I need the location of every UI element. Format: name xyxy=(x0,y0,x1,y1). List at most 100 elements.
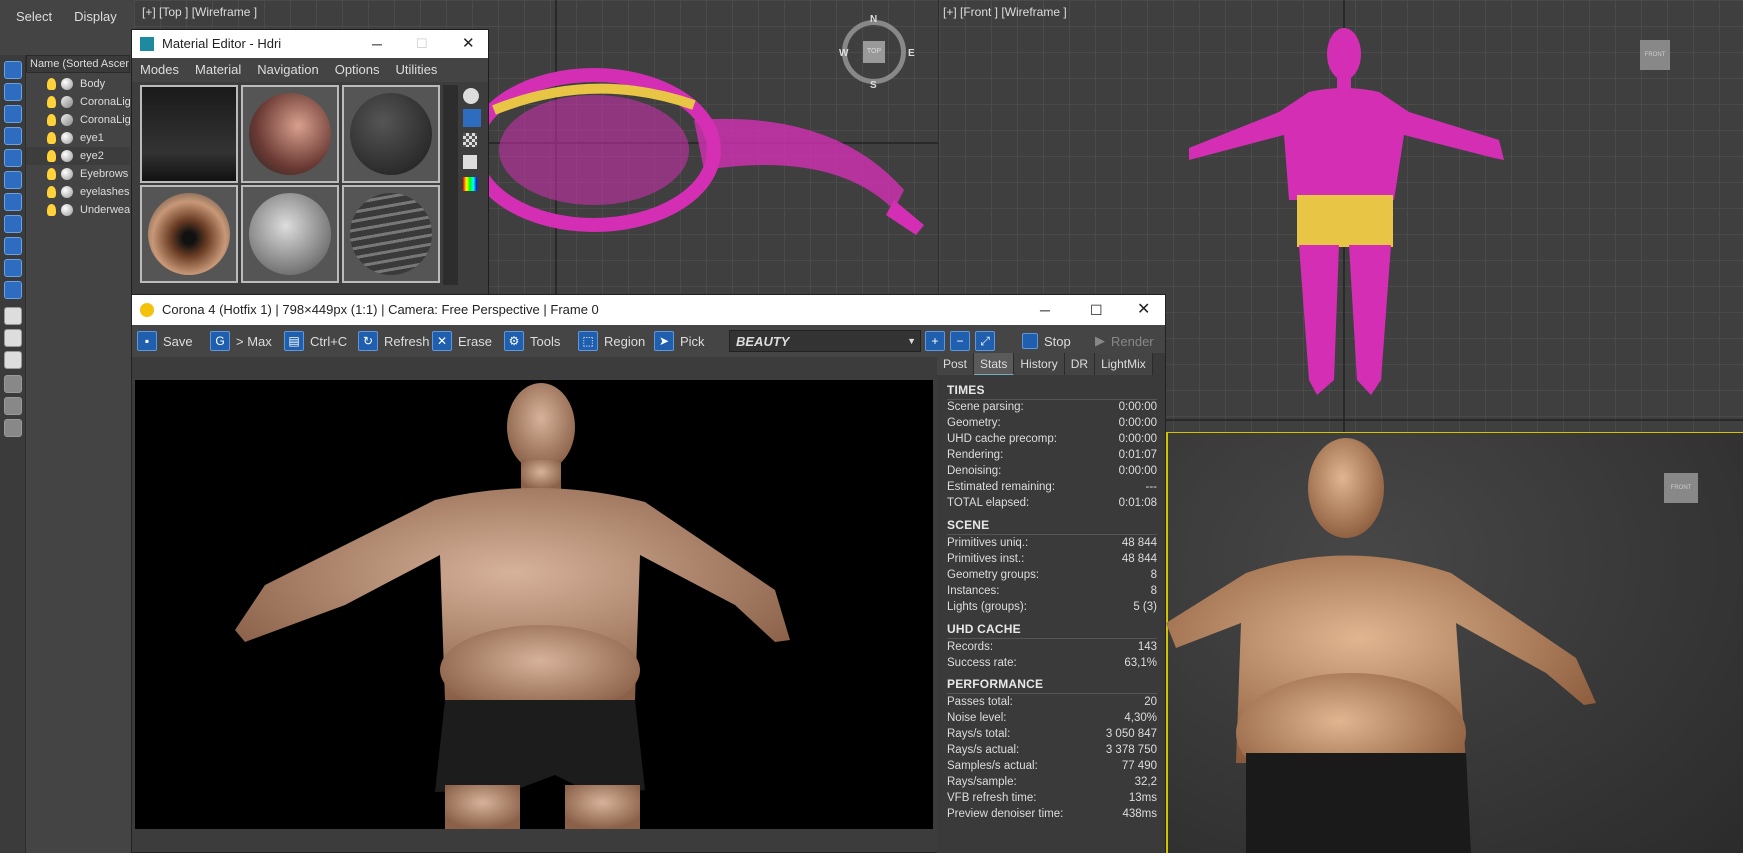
menu-material[interactable]: Material xyxy=(195,58,241,82)
light-bulb-icon[interactable] xyxy=(47,204,56,216)
erase-button[interactable]: ✕ Erase xyxy=(432,330,492,352)
display-bones-icon[interactable] xyxy=(4,237,22,255)
zoom-in-button[interactable]: + xyxy=(925,330,945,352)
explorer-item[interactable]: eyelashes xyxy=(26,183,130,201)
light-bulb-icon[interactable] xyxy=(47,186,56,198)
erase-label: Erase xyxy=(458,333,492,349)
display-xrefs-icon[interactable] xyxy=(4,215,22,233)
viewcube-top[interactable]: TOP xyxy=(863,41,885,63)
menu-navigation[interactable]: Navigation xyxy=(257,58,318,82)
minimize-icon[interactable]: ─ xyxy=(1040,295,1050,325)
material-slot-black[interactable] xyxy=(342,85,440,183)
explorer-item[interactable]: eye2 xyxy=(26,147,130,165)
vfb-title-bar[interactable]: Corona 4 (Hotfix 1) | 798×449px (1:1) | … xyxy=(132,295,1165,325)
menu-display[interactable]: Display xyxy=(74,9,117,24)
explorer-item[interactable]: CoronaLight001 xyxy=(26,93,130,111)
material-editor-sidebar xyxy=(463,85,485,295)
maximize-icon[interactable]: ☐ xyxy=(1090,295,1103,325)
viewcube-perspective[interactable]: FRONT xyxy=(1664,473,1698,503)
maximize-icon[interactable]: ☐ xyxy=(416,30,428,58)
light-bulb-icon[interactable] xyxy=(47,168,56,180)
material-slot-skin[interactable] xyxy=(241,85,339,183)
display-lights-icon[interactable] xyxy=(4,105,22,123)
zoom-out-button[interactable]: − xyxy=(950,330,970,352)
material-editor-window: Material Editor - Hdri ─ ☐ ✕ Modes Mater… xyxy=(131,29,489,297)
stats-divider xyxy=(947,399,1157,400)
refresh-button[interactable]: ↻ Refresh xyxy=(358,330,430,352)
menu-utilities[interactable]: Utilities xyxy=(396,58,438,82)
filter-icon[interactable] xyxy=(4,375,22,393)
stop-button[interactable]: Stop xyxy=(1022,330,1071,352)
material-editor-title-text: Material Editor - Hdri xyxy=(162,36,282,51)
stats-value: 5 (3) xyxy=(1133,601,1157,613)
tools-icon: ⚙ xyxy=(504,331,524,351)
viewport-perspective[interactable]: FRONT xyxy=(1166,432,1743,853)
light-bulb-icon[interactable] xyxy=(47,150,56,162)
light-bulb-icon[interactable] xyxy=(47,114,56,126)
display-none-list-icon[interactable] xyxy=(4,329,22,347)
render-button[interactable]: ▶ Render xyxy=(1095,330,1154,352)
invert-display-icon[interactable] xyxy=(4,351,22,369)
display-containers-icon[interactable] xyxy=(4,259,22,277)
explorer-item[interactable]: Underwear xyxy=(26,201,130,219)
stats-heading-scene: SCENE xyxy=(947,518,990,532)
channel-dropdown[interactable]: BEAUTY ▼ xyxy=(729,330,921,352)
background-icon[interactable] xyxy=(463,133,477,147)
save-button[interactable]: ▪ Save xyxy=(137,330,193,352)
viewcube-front[interactable]: FRONT xyxy=(1640,40,1670,70)
sample-uv-icon[interactable] xyxy=(463,155,477,169)
copy-button[interactable]: ▤ Ctrl+C xyxy=(284,330,347,352)
close-icon[interactable]: ✕ xyxy=(1137,295,1150,325)
options-icon[interactable] xyxy=(4,397,22,415)
display-helpers-icon[interactable] xyxy=(4,149,22,167)
stats-label: Rendering: xyxy=(947,449,1004,461)
display-cameras-icon[interactable] xyxy=(4,127,22,145)
display-geometry-icon[interactable] xyxy=(4,83,22,101)
stats-row: Noise level: 4,30% xyxy=(947,712,1157,728)
explorer-item[interactable]: CoronaLight002 xyxy=(26,111,130,129)
material-editor-title[interactable]: Material Editor - Hdri ─ ☐ ✕ xyxy=(132,30,488,58)
close-icon[interactable]: ✕ xyxy=(462,30,475,58)
tab-dr[interactable]: DR xyxy=(1064,353,1096,375)
sample-type-icon[interactable] xyxy=(463,88,479,104)
tools-button[interactable]: ⚙ Tools xyxy=(504,330,560,352)
zoom-fit-button[interactable]: ⤢ xyxy=(975,330,995,352)
video-color-check-icon[interactable] xyxy=(463,177,477,191)
display-frozen-icon[interactable] xyxy=(4,281,22,299)
explorer-item[interactable]: eye1 xyxy=(26,129,130,147)
region-button[interactable]: ⬚ Region xyxy=(578,330,645,352)
tab-post[interactable]: Post xyxy=(937,353,975,375)
tab-stats[interactable]: Stats xyxy=(974,353,1015,375)
menu-options[interactable]: Options xyxy=(335,58,380,82)
layer-icon[interactable] xyxy=(4,419,22,437)
stats-value: --- xyxy=(1145,481,1158,493)
slot-scrollbar[interactable] xyxy=(443,85,458,285)
explorer-column-header[interactable]: Name (Sorted Ascending) xyxy=(26,55,130,73)
stats-row: Rays/s total: 3 050 847 xyxy=(947,728,1157,744)
material-slot-glass[interactable] xyxy=(241,185,339,283)
tab-lightmix[interactable]: LightMix xyxy=(1095,353,1153,375)
explorer-item[interactable]: Body xyxy=(26,75,130,93)
light-bulb-icon[interactable] xyxy=(47,78,56,90)
backlight-icon[interactable] xyxy=(463,109,481,127)
explorer-item[interactable]: Eyebrows xyxy=(26,165,130,183)
light-bulb-icon[interactable] xyxy=(47,96,56,108)
minimize-icon[interactable]: ─ xyxy=(372,30,382,58)
material-slot-wire[interactable] xyxy=(342,185,440,283)
display-groups-icon[interactable] xyxy=(4,193,22,211)
render-image[interactable] xyxy=(135,380,933,829)
pick-button[interactable]: ➤ Pick xyxy=(654,330,705,352)
material-slot-eye[interactable] xyxy=(140,185,238,283)
viewcube-compass[interactable]: TOP xyxy=(842,20,906,84)
material-slot-hdri[interactable] xyxy=(140,85,238,183)
to-max-button[interactable]: G > Max xyxy=(210,330,272,352)
menu-select[interactable]: Select xyxy=(16,9,52,24)
display-none-icon[interactable] xyxy=(4,61,22,79)
tab-history[interactable]: History xyxy=(1014,353,1065,375)
menu-modes[interactable]: Modes xyxy=(140,58,179,82)
display-spacewarps-icon[interactable] xyxy=(4,171,22,189)
display-all-icon[interactable] xyxy=(4,307,22,325)
stats-row: Denoising: 0:00:00 xyxy=(947,465,1157,481)
light-bulb-icon[interactable] xyxy=(47,132,56,144)
compass-west: W xyxy=(839,48,849,59)
